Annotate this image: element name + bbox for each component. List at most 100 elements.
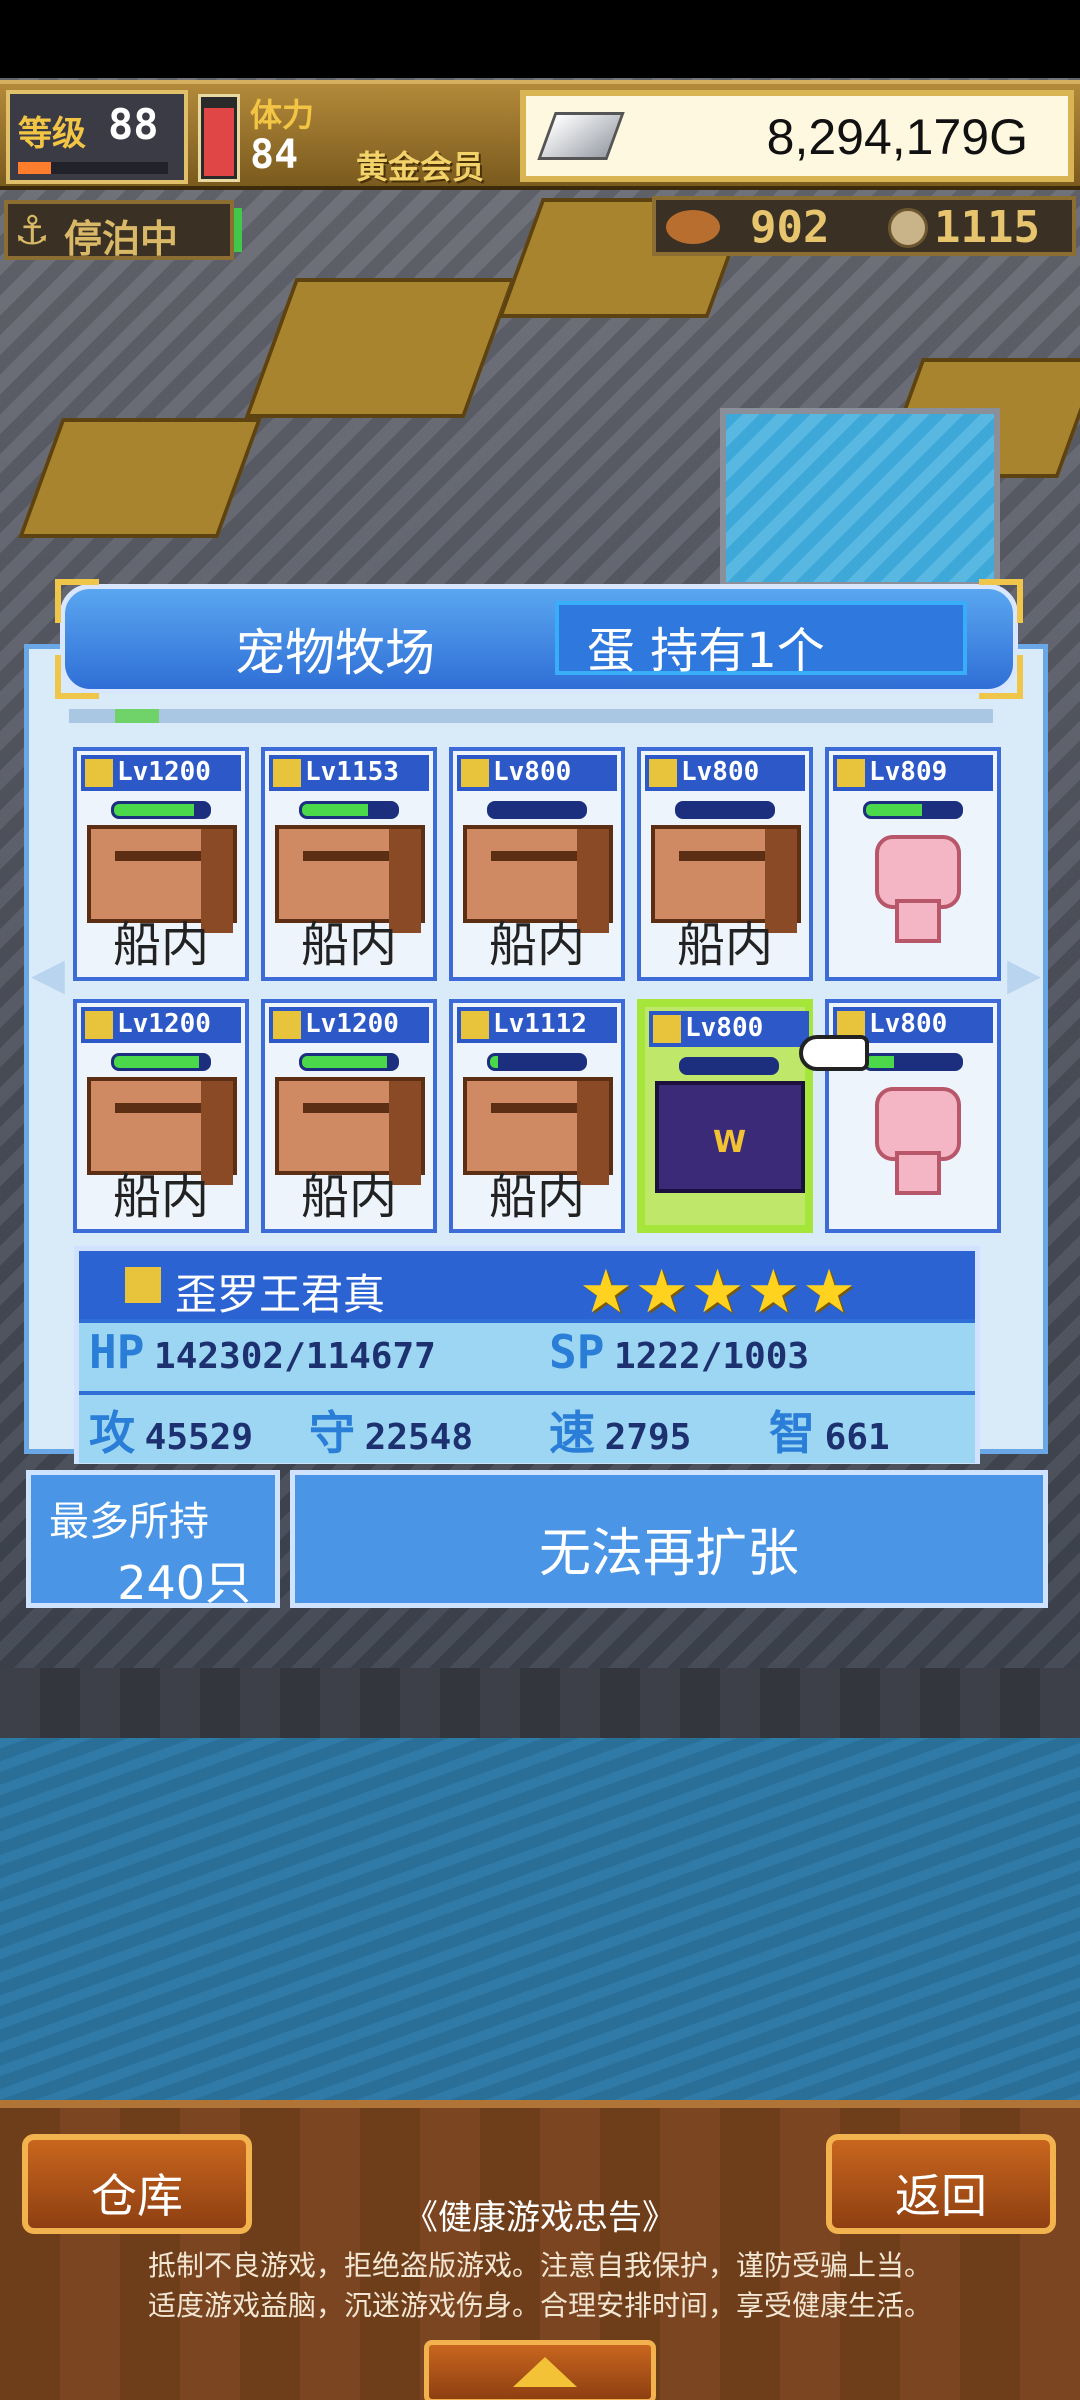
pet-card[interactable]: Lv800 船内 [449,747,625,981]
speed-stat: 速 2795 [549,1397,691,1461]
expand-menu-up-icon[interactable] [424,2340,656,2400]
pet-location: 船内 [300,1169,397,1225]
water-pool [720,408,1000,588]
page-scroll-indicator [69,709,993,723]
egg-count-button[interactable]: 蛋 持有1个 [555,601,967,679]
pet-hp-bar [863,801,963,819]
player-level: 等级 88 [6,90,188,184]
capacity-value: 240只 [117,1556,251,1610]
health-notice-line-1: 抵制不良游戏，拒绝盗版游戏。注意自我保护，谨防受骗上当。 [147,2249,932,2282]
health-notice-line-2: 适度游戏益脑，沉迷游戏伤身。合理安排时间，享受健康生活。 [147,2289,932,2322]
pet-level: Lv1200 [117,757,211,787]
food-count: 902 [750,202,830,253]
gold-display: 8,294,179G [520,90,1074,182]
pet-portrait [655,1081,805,1193]
pet-rarity-stars: ★★★★★ [579,1257,858,1327]
pet-hp-bar [679,1057,779,1075]
pet-portrait [839,825,989,943]
member-badge: 黄金会员 [356,148,485,186]
capacity-label: 最多所持 [49,1499,209,1545]
hp-value: 142302/114677 [154,1336,436,1377]
corner-ornament [55,579,99,623]
pet-hp-bar [487,801,587,819]
element-icon [461,759,489,787]
corner-ornament [979,579,1023,623]
pet-level: Lv800 [685,1013,764,1043]
attack-stat: 攻 45529 [89,1397,253,1461]
pet-card[interactable]: Lv800 船内 [637,747,813,981]
element-icon [837,759,865,787]
coin-icon [888,208,928,248]
pet-level: Lv1200 [305,1009,399,1039]
pet-level-badge: Lv800 [457,755,617,791]
expand-label: 无法再扩张 [538,1524,799,1584]
expand-button[interactable]: 无法再扩张 [290,1470,1048,1608]
pet-card[interactable]: Lv1200 船内 [73,747,249,981]
pet-card[interactable]: Lv809 [825,747,1001,981]
health-notice-title: 《健康游戏忠告》 [404,2198,676,2238]
silver-bar-icon [537,112,625,160]
pet-card[interactable]: Lv800 [637,999,813,1233]
pet-card[interactable]: Lv1200 船内 [261,999,437,1233]
stamina-bar [198,94,240,182]
anchor-icon: ⚓ [14,208,50,254]
hp-label: HP [89,1325,145,1379]
pet-level-badge: Lv1112 [457,1007,617,1043]
bottom-bar: 仓库 返回 《健康游戏忠告》 抵制不良游戏，拒绝盗版游戏。注意自我保护，谨防受骗… [0,2100,1080,2400]
pet-card[interactable]: Lv1112 船内 [449,999,625,1233]
pet-level-badge: Lv1200 [81,755,241,791]
pet-location: 船内 [300,917,397,973]
stamina-label: 体力 [250,96,315,134]
pet-level-badge: Lv800 [645,755,805,791]
capacity-box: 最多所持 240只 [26,1470,280,1610]
stats-row-1: HP 142302/114677 SP 1222/1003 [79,1323,975,1391]
speed-label: 速 [549,1406,595,1460]
element-icon [125,1267,161,1303]
status-bar [0,0,1080,78]
pet-card[interactable]: Lv1153 船内 [261,747,437,981]
coin-count: 1115 [934,202,1040,253]
speed-value: 2795 [604,1417,692,1458]
pet-level: Lv809 [869,757,948,787]
pet-portrait [839,1077,989,1195]
element-icon [273,759,301,787]
element-icon [461,1011,489,1039]
ranch-title: 宠物牧场 [235,624,435,682]
pet-level: Lv1200 [117,1009,211,1039]
ranch-title-bar: 宠物牧场 蛋 持有1个 [55,579,1023,699]
hand-pointer-icon [799,1035,869,1071]
pet-info-panel: 歪罗王君真 ★★★★★ HP 142302/114677 SP 1222/100… [74,1246,980,1464]
pet-hp-bar [111,801,211,819]
stats-row-2: 攻 45529 守 22548 速 2795 智 661 [79,1395,975,1463]
pet-level-badge: Lv1153 [269,755,429,791]
level-label: 等级 [18,114,86,154]
attack-label: 攻 [89,1406,135,1460]
element-icon [649,759,677,787]
sp-value: 1222/1003 [614,1336,810,1377]
defense-value: 22548 [364,1417,474,1458]
dock-indicator [234,208,242,252]
pet-location: 船内 [676,917,773,973]
pet-level: Lv800 [493,757,572,787]
element-icon [273,1011,301,1039]
pet-level: Lv1153 [305,757,399,787]
corner-ornament [979,655,1023,699]
defense-label: 守 [309,1406,355,1460]
pet-level: Lv800 [681,757,760,787]
scroll-left-icon[interactable]: ◀ [31,949,65,1000]
pet-location: 船内 [112,1169,209,1225]
dock-status-label: 停泊中 [64,217,179,261]
sp-label: SP [549,1325,605,1379]
pet-hp-bar [111,1053,211,1071]
attack-value: 45529 [144,1417,254,1458]
intellect-label: 智 [769,1406,815,1460]
scroll-right-icon[interactable]: ▶ [1007,949,1041,1000]
pet-level: Lv1112 [493,1009,587,1039]
pet-level-badge: Lv800 [649,1011,809,1047]
pet-hp-bar [487,1053,587,1071]
pet-level-badge: Lv1200 [81,1007,241,1043]
pet-info-header: 歪罗王君真 ★★★★★ [79,1251,975,1327]
pet-hp-bar [675,801,775,819]
pet-location: 船内 [488,917,585,973]
pet-card[interactable]: Lv1200 船内 [73,999,249,1233]
